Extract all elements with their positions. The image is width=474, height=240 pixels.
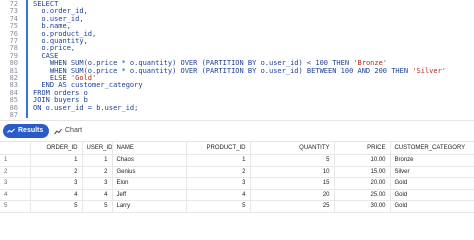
table-row[interactable]: 2 2 2 Genius 2 10 15.00 Silver (0, 166, 474, 178)
cell-product-id[interactable]: 1 (186, 154, 251, 167)
cell-product-id[interactable]: 2 (186, 166, 251, 178)
table-row[interactable]: 1 1 1 Chaos 1 5 10.00 Bronze (0, 154, 474, 167)
cell-price[interactable]: 15.00 (334, 166, 391, 178)
cell-quantity[interactable]: 25 (250, 200, 335, 213)
tab-chart-label: Chart (65, 127, 83, 134)
results-icon (7, 128, 15, 135)
cell-price[interactable]: 10.00 (334, 154, 391, 167)
cell-order-id[interactable]: 2 (30, 166, 83, 178)
header-rownum (0, 142, 31, 155)
cell-name[interactable]: Jeff (112, 189, 187, 201)
table-row[interactable]: 5 5 5 Larry 5 25 30.00 Gold (0, 200, 474, 213)
result-tabs: Results Chart (0, 120, 474, 142)
results-grid[interactable]: ORDER_ID USER_ID NAME PRODUCT_ID QUANTIT… (0, 142, 474, 221)
cell-rownum[interactable]: 3 (0, 177, 31, 190)
header-name[interactable]: NAME (112, 142, 187, 155)
line-number: 87 (9, 111, 18, 118)
tab-chart[interactable]: Chart (50, 124, 88, 138)
cell-product-id[interactable]: 5 (186, 200, 251, 213)
cell-customer-category[interactable]: Bronze (390, 154, 474, 167)
header-row: ORDER_ID USER_ID NAME PRODUCT_ID QUANTIT… (0, 142, 474, 155)
header-product-id[interactable]: PRODUCT_ID (186, 142, 251, 155)
table-row[interactable]: 4 4 4 Jeff 4 20 25.00 Gold (0, 189, 474, 201)
cell-user-id[interactable]: 3 (82, 177, 113, 190)
header-quantity[interactable]: QUANTITY (250, 142, 335, 155)
cell-customer-category[interactable]: Gold (390, 200, 474, 213)
sql-editor[interactable]: 72 SELECT 73 o.order_id, 74 o.user_id, 75 b.… (0, 0, 474, 118)
header-order-id[interactable]: ORDER_ID (30, 142, 83, 155)
cell-name[interactable]: Chaos (112, 154, 187, 167)
results-table: ORDER_ID USER_ID NAME PRODUCT_ID QUANTIT… (0, 142, 474, 213)
header-user-id[interactable]: USER_ID (82, 142, 113, 155)
cell-order-id[interactable]: 1 (30, 154, 83, 167)
cell-customer-category[interactable]: Silver (390, 166, 474, 178)
code-line[interactable]: 87 (0, 111, 474, 118)
header-price[interactable]: PRICE (334, 142, 391, 155)
cell-price[interactable]: 30.00 (334, 200, 391, 213)
header-customer-category[interactable]: CUSTOMER_CATEGORY (390, 142, 474, 155)
chart-icon (54, 128, 62, 135)
cell-rownum[interactable]: 1 (0, 154, 31, 167)
cell-order-id[interactable]: 4 (30, 189, 83, 201)
cell-rownum[interactable]: 4 (0, 189, 31, 201)
cell-quantity[interactable]: 15 (250, 177, 335, 190)
cell-user-id[interactable]: 4 (82, 189, 113, 201)
cell-name[interactable]: Genius (112, 166, 187, 178)
cell-user-id[interactable]: 5 (82, 200, 113, 213)
cell-quantity[interactable]: 20 (250, 189, 335, 201)
cell-rownum[interactable]: 5 (0, 200, 31, 213)
cell-name[interactable]: Larry (112, 200, 187, 213)
cell-user-id[interactable]: 2 (82, 166, 113, 178)
cell-price[interactable]: 20.00 (334, 177, 391, 190)
cell-product-id[interactable]: 3 (186, 177, 251, 190)
cell-customer-category[interactable]: Gold (390, 177, 474, 190)
cell-price[interactable]: 25.00 (334, 189, 391, 201)
cell-quantity[interactable]: 10 (250, 166, 335, 178)
cell-customer-category[interactable]: Gold (390, 189, 474, 201)
cell-rownum[interactable]: 2 (0, 166, 31, 178)
cell-name[interactable]: Elon (112, 177, 187, 190)
cell-quantity[interactable]: 5 (250, 154, 335, 167)
tab-results[interactable]: Results (3, 124, 50, 138)
cell-order-id[interactable]: 3 (30, 177, 83, 190)
cell-order-id[interactable]: 5 (30, 200, 83, 213)
tab-results-label: Results (18, 127, 44, 134)
table-row[interactable]: 3 3 3 Elon 3 15 20.00 Gold (0, 177, 474, 190)
cell-product-id[interactable]: 4 (186, 189, 251, 201)
cell-user-id[interactable]: 1 (82, 154, 113, 167)
